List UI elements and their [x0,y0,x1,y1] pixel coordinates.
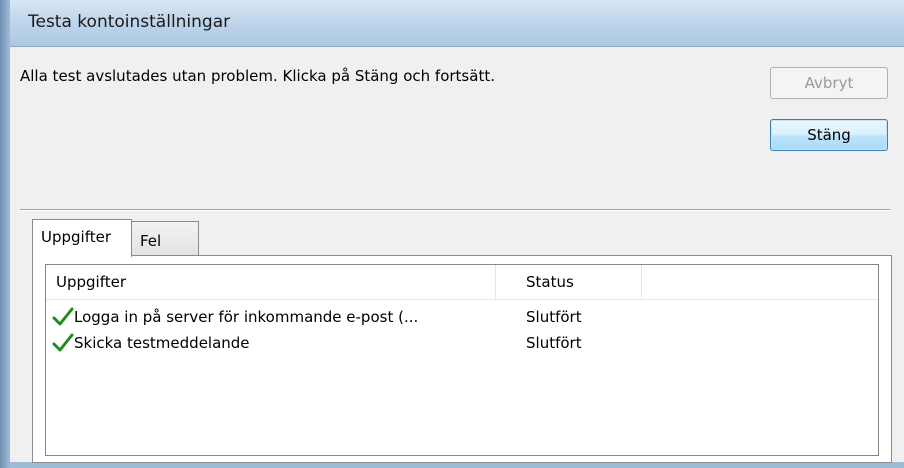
window-title: Testa kontoinställningar [28,12,231,32]
separator-line [20,209,890,211]
column-header-tasks[interactable]: Uppgifter [46,265,496,299]
check-icon [52,307,74,326]
task-status: Slutfört [526,334,582,352]
status-message: Alla test avslutades utan problem. Klick… [20,67,495,85]
task-name: Logga in på server för inkommande e-post… [74,308,419,326]
window-border [0,0,10,468]
task-name: Skicka testmeddelande [74,334,250,352]
check-icon [52,333,74,352]
tab-panel-tasks: Uppgifter Status Logga in på server för … [32,255,892,463]
list-header: Uppgifter Status [46,265,878,300]
close-button[interactable]: Stäng [770,119,888,151]
task-status: Slutfört [526,308,582,326]
table-row[interactable]: Logga in på server för inkommande e-post… [46,305,878,329]
column-header-status[interactable]: Status [496,265,642,299]
cancel-button[interactable]: Avbryt [770,67,888,99]
tab-errors[interactable]: Fel [131,221,199,255]
table-row[interactable]: Skicka testmeddelande Slutfört [46,331,878,355]
title-bar[interactable]: Testa kontoinställningar [10,0,904,46]
dialog-content: Alla test avslutades utan problem. Klick… [10,46,904,463]
column-header-divider [642,265,643,299]
dialog-window: Testa kontoinställningar Alla test avslu… [0,0,904,468]
tasks-list[interactable]: Uppgifter Status Logga in på server för … [45,264,879,456]
tab-tasks[interactable]: Uppgifter [32,219,132,257]
